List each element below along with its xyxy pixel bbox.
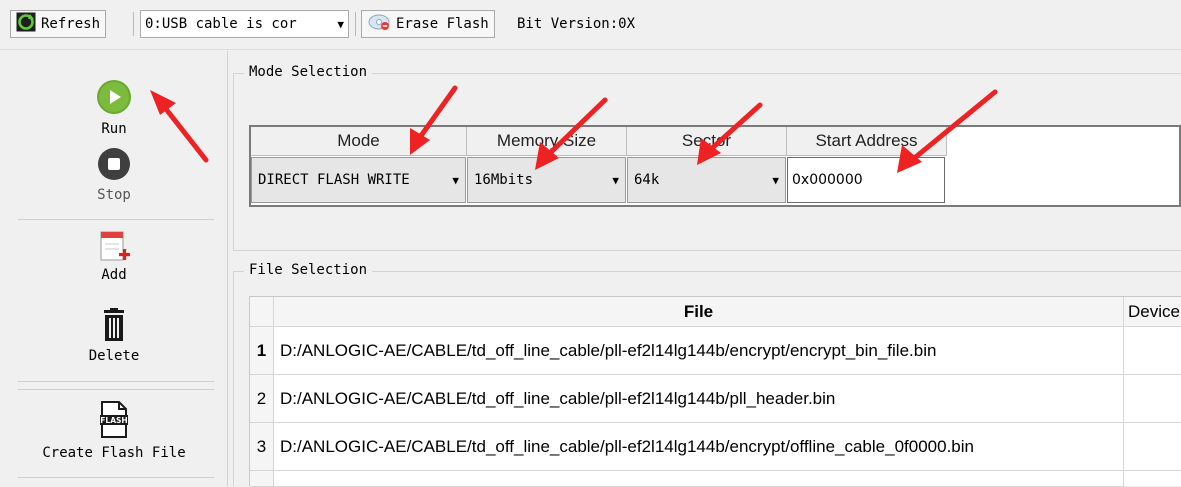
mode-select[interactable]: DIRECT FLASH WRITE ▼ xyxy=(251,157,466,203)
toolbar: Refresh 0:USB cable is cor ▼ Erase Flash… xyxy=(0,0,1181,50)
sector-select[interactable]: 64k ▼ xyxy=(627,157,786,203)
mode-select-value: DIRECT FLASH WRITE xyxy=(258,172,410,188)
memory-size-header: Memory Size xyxy=(467,127,627,156)
sector-value: 64k xyxy=(634,172,660,188)
stop-icon xyxy=(97,147,131,185)
mode-header: Mode xyxy=(251,127,467,156)
device-cell[interactable] xyxy=(1124,375,1181,423)
chevron-down-icon: ▼ xyxy=(772,173,779,187)
toolbar-separator xyxy=(133,12,134,36)
stop-button[interactable]: Stop xyxy=(0,147,228,203)
sidebar-separator xyxy=(18,389,214,390)
file-column-header[interactable]: File xyxy=(274,297,1124,327)
sidebar-separator xyxy=(18,219,214,220)
add-file-icon xyxy=(97,229,131,271)
add-label: Add xyxy=(101,267,127,283)
stop-label: Stop xyxy=(97,187,131,203)
row-number xyxy=(250,471,274,487)
mode-grid: Mode Memory Size Sector Start Address DI… xyxy=(249,125,1181,207)
row-number[interactable]: 3 xyxy=(250,423,274,471)
sidebar-separator xyxy=(18,381,214,382)
cable-select[interactable]: 0:USB cable is cor ▼ xyxy=(140,10,349,38)
start-address-value: 0x000000 xyxy=(792,172,863,188)
device-column-header[interactable]: Device xyxy=(1124,297,1181,327)
refresh-button[interactable]: Refresh xyxy=(10,10,107,38)
table-row[interactable]: D:/ANLOGIC-AE/CABLE/td_off_line_cable/pl… xyxy=(274,375,1124,423)
erase-flash-label: Erase Flash xyxy=(396,16,489,32)
create-flash-file-button[interactable]: FLASH Create Flash File xyxy=(0,401,228,461)
main-panel: Mode Selection Mode Memory Size Sector S… xyxy=(229,51,1181,487)
table-row[interactable]: D:/ANLOGIC-AE/CABLE/td_off_line_cable/pl… xyxy=(274,327,1124,375)
mode-selection-title: Mode Selection xyxy=(244,64,373,80)
sector-header: Sector xyxy=(627,127,787,156)
add-button[interactable]: Add xyxy=(0,229,228,283)
erase-icon xyxy=(367,13,391,35)
chevron-down-icon: ▼ xyxy=(452,173,459,187)
device-cell[interactable] xyxy=(1124,327,1181,375)
sidebar: Run Stop Add Delete FLASH Create Flash F… xyxy=(0,51,228,486)
erase-flash-button[interactable]: Erase Flash xyxy=(361,10,495,38)
play-icon xyxy=(96,79,132,119)
device-cell[interactable] xyxy=(1124,423,1181,471)
run-button[interactable]: Run xyxy=(0,79,228,137)
chevron-down-icon: ▼ xyxy=(337,17,344,31)
delete-button[interactable]: Delete xyxy=(0,308,228,364)
memory-size-value: 16Mbits xyxy=(474,172,534,188)
start-address-header: Start Address xyxy=(787,127,947,156)
sidebar-separator xyxy=(18,477,214,478)
memory-size-select[interactable]: 16Mbits ▼ xyxy=(467,157,626,203)
bit-version-text: Bit Version:0X xyxy=(517,16,636,32)
cable-select-value: 0:USB cable is cor xyxy=(145,16,297,32)
trash-icon xyxy=(101,308,127,346)
refresh-label: Refresh xyxy=(41,16,101,32)
refresh-icon xyxy=(16,12,36,36)
delete-label: Delete xyxy=(88,348,140,364)
run-label: Run xyxy=(101,121,127,137)
flash-icon-text: FLASH xyxy=(100,416,127,425)
table-row[interactable]: D:/ANLOGIC-AE/CABLE/td_off_line_cable/pl… xyxy=(274,423,1124,471)
row-number[interactable]: 1 xyxy=(250,327,274,375)
row-number[interactable]: 2 xyxy=(250,375,274,423)
start-address-input[interactable]: 0x000000 xyxy=(787,157,945,203)
toolbar-separator xyxy=(355,12,356,36)
chevron-down-icon: ▼ xyxy=(612,173,619,187)
flash-file-icon: FLASH xyxy=(99,401,129,443)
table-corner xyxy=(250,297,274,327)
table-row xyxy=(274,471,1124,487)
file-selection-title: File Selection xyxy=(244,262,373,278)
file-table: File Device 1 D:/ANLOGIC-AE/CABLE/td_off… xyxy=(249,296,1181,487)
create-flash-file-label: Create Flash File xyxy=(42,445,186,461)
